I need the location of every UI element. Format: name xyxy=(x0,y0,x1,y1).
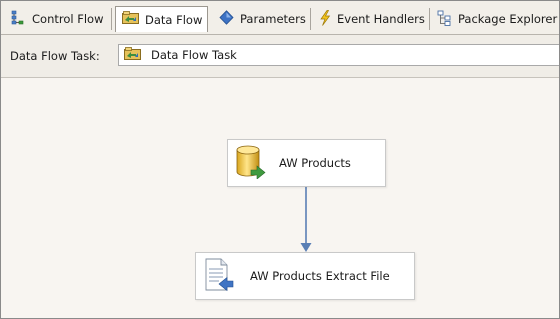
tab-separator xyxy=(310,8,311,30)
package-explorer-icon xyxy=(437,10,452,29)
parameters-icon xyxy=(219,10,234,28)
source-component-aw-products[interactable]: AW Products xyxy=(227,139,386,187)
flat-file-destination-icon xyxy=(204,258,234,295)
tab-event-handlers-label: Event Handlers xyxy=(337,12,425,26)
tab-package-explorer[interactable]: Package Explorer xyxy=(437,8,557,30)
tab-data-flow-label: Data Flow xyxy=(145,12,203,27)
tab-parameters-label: Parameters xyxy=(240,12,306,26)
tab-control-flow-label: Control Flow xyxy=(32,12,104,26)
tab-parameters[interactable]: Parameters xyxy=(219,8,306,30)
control-flow-icon xyxy=(10,10,26,29)
designer-window: Control Flow Data Flow Parameters Event … xyxy=(0,0,560,319)
task-dropdown[interactable]: Data Flow Task xyxy=(118,44,559,66)
component-label: AW Products xyxy=(279,156,351,170)
designer-tab-strip: Control Flow Data Flow Parameters Event … xyxy=(1,1,559,35)
tab-control-flow[interactable]: Control Flow xyxy=(10,8,103,30)
task-dropdown-value: Data Flow Task xyxy=(151,48,237,62)
tab-package-explorer-label: Package Explorer xyxy=(458,12,558,26)
tab-separator xyxy=(429,8,430,30)
data-flow-icon xyxy=(122,11,139,28)
data-flow-task-icon xyxy=(124,46,141,64)
destination-component-aw-products-extract-file[interactable]: AW Products Extract File xyxy=(195,252,415,300)
tab-separator xyxy=(111,8,112,30)
task-selector-bar: Data Flow Task: Data Flow Task xyxy=(1,35,559,78)
event-handlers-icon xyxy=(319,9,331,29)
database-source-icon xyxy=(236,145,266,182)
tab-event-handlers[interactable]: Event Handlers xyxy=(319,8,425,30)
task-label: Data Flow Task: xyxy=(10,49,100,63)
tab-data-flow[interactable]: Data Flow xyxy=(115,6,209,32)
component-label: AW Products Extract File xyxy=(250,269,390,283)
data-flow-design-surface[interactable]: AW Products AW Products Extract File xyxy=(1,78,559,318)
